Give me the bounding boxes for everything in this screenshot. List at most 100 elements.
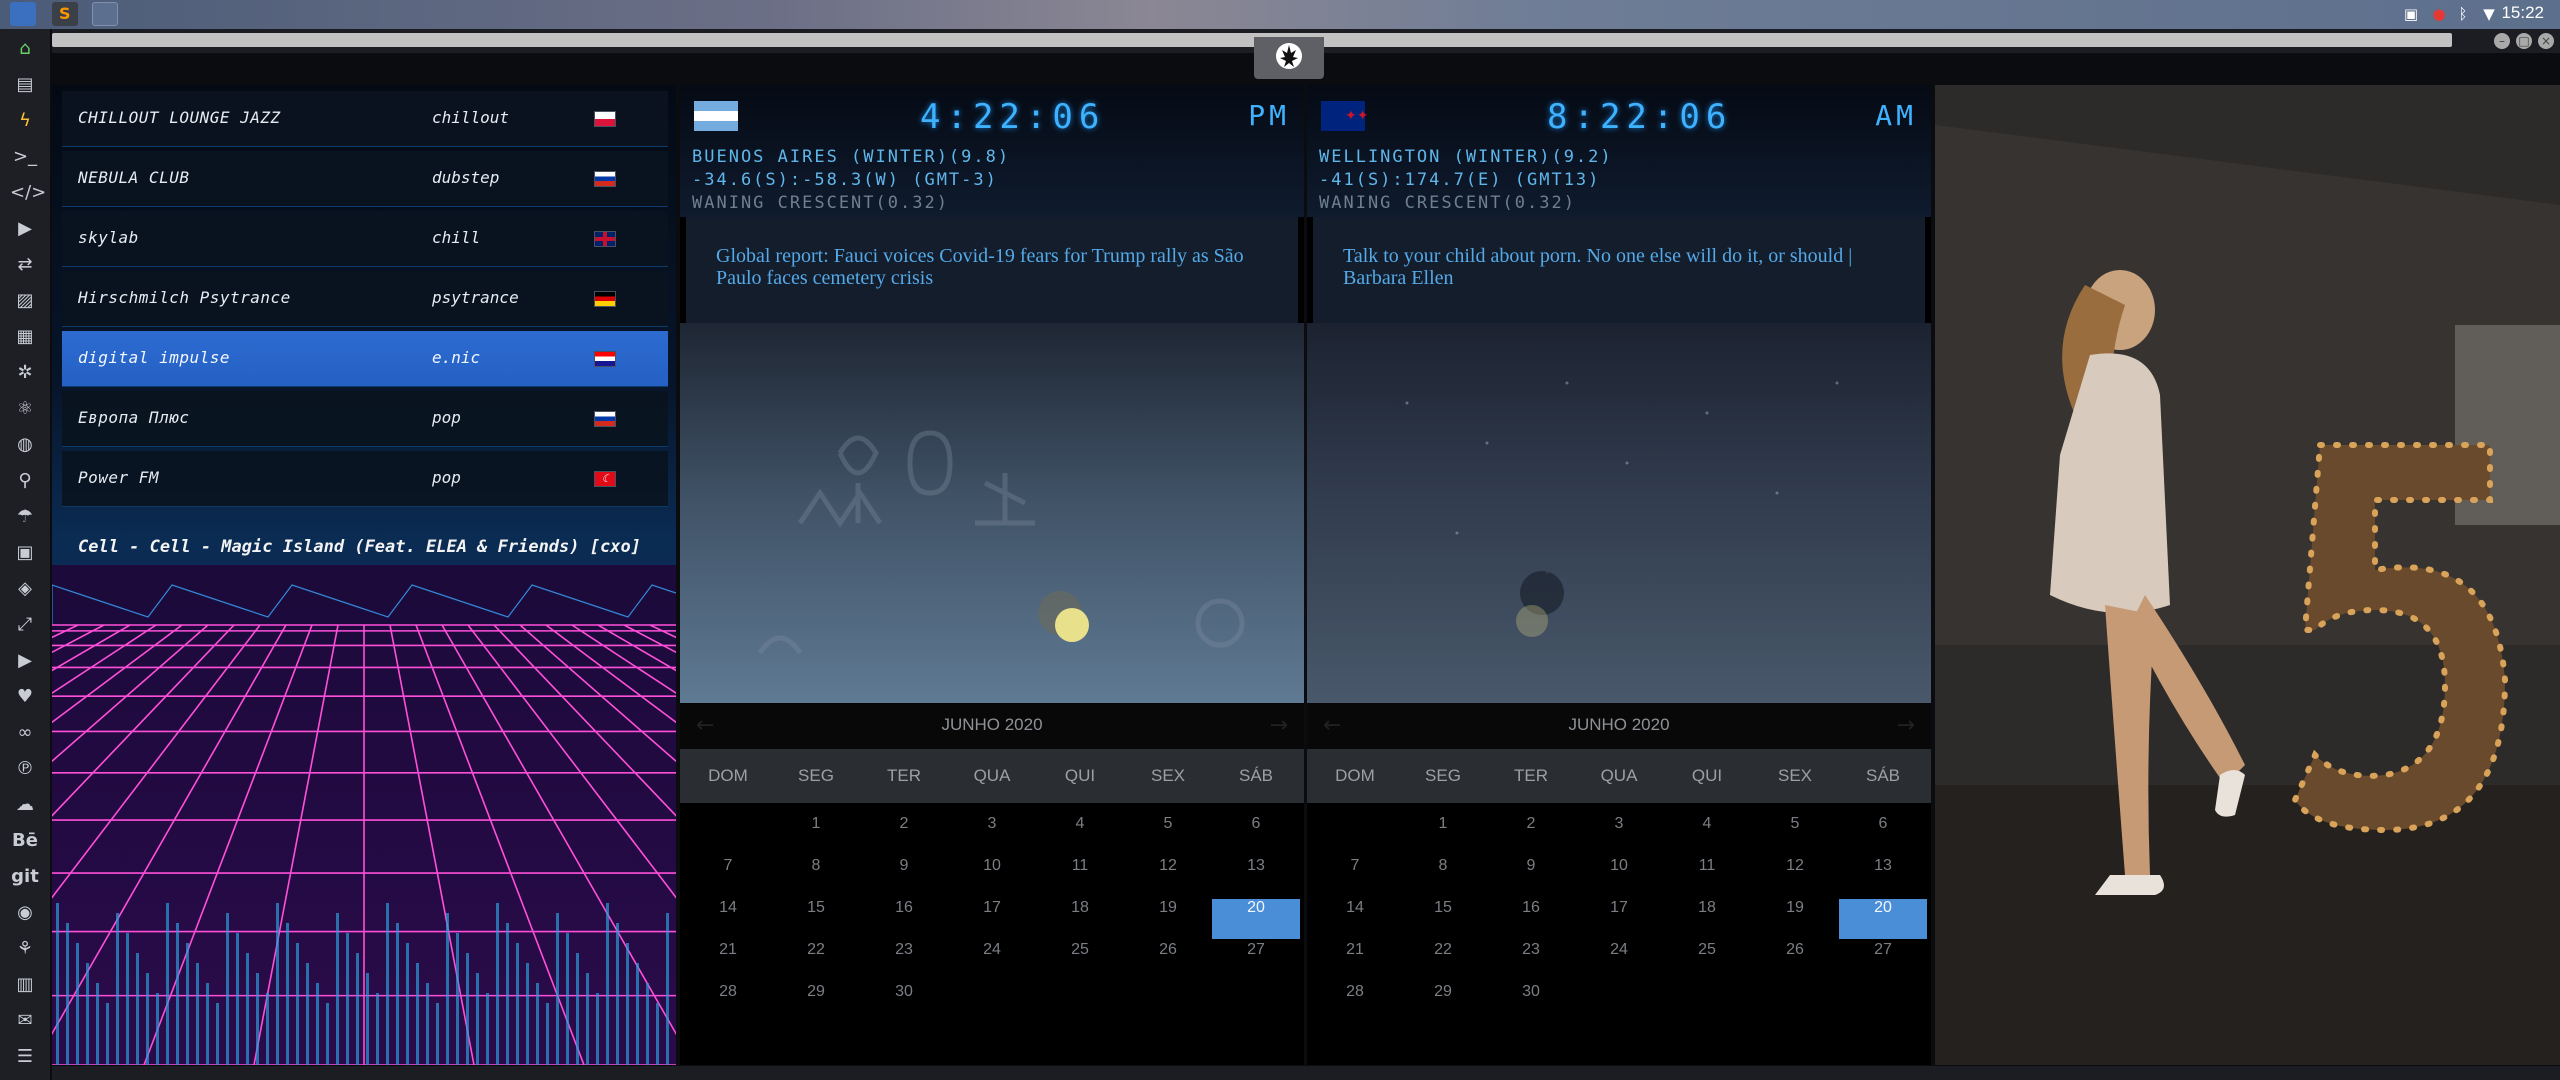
calendar-day-today[interactable]: 20: [1839, 899, 1927, 939]
calendar-day[interactable]: 29: [772, 983, 860, 1023]
search-icon[interactable]: ⚲: [10, 467, 40, 495]
calendar-day[interactable]: 7: [1311, 857, 1399, 897]
calendar-day[interactable]: 24: [1575, 941, 1663, 981]
station-row[interactable]: Power FM pop ☾: [62, 451, 668, 507]
station-row[interactable]: NEBULA CLUB dubstep: [62, 151, 668, 207]
youtube-icon[interactable]: ▶: [10, 647, 40, 675]
calendar-day[interactable]: 25: [1663, 941, 1751, 981]
calendar-day[interactable]: 30: [860, 983, 948, 1023]
calendar-day[interactable]: 9: [1487, 857, 1575, 897]
calendar-day[interactable]: 15: [1399, 899, 1487, 939]
news-headline[interactable]: Talk to your child about porn. No one el…: [1343, 245, 1903, 289]
bluetooth-icon[interactable]: ᛒ: [2454, 5, 2472, 23]
calendar-day[interactable]: 22: [772, 941, 860, 981]
calendar-day[interactable]: 16: [1487, 899, 1575, 939]
link-icon[interactable]: ∞: [10, 719, 40, 747]
calendar-day[interactable]: 23: [1487, 941, 1575, 981]
mail-icon[interactable]: ✉: [10, 1007, 40, 1035]
calendar-day[interactable]: 17: [948, 899, 1036, 939]
next-month-icon[interactable]: →: [1897, 713, 1915, 738]
calendar-day[interactable]: 3: [1575, 815, 1663, 855]
calendar-day[interactable]: 1: [772, 815, 860, 855]
news-headline[interactable]: Global report: Fauci voices Covid-19 fea…: [716, 245, 1276, 289]
image-tray-icon[interactable]: ▣: [2402, 5, 2420, 23]
calendar-day[interactable]: 8: [772, 857, 860, 897]
wifi-icon[interactable]: ▼: [2480, 5, 2498, 23]
calendar-day[interactable]: 15: [772, 899, 860, 939]
alert-tray-icon[interactable]: ●: [2430, 5, 2448, 23]
settings-icon[interactable]: ✲: [10, 359, 40, 387]
calendar-day[interactable]: 25: [1036, 941, 1124, 981]
cloud-icon[interactable]: ☁: [10, 791, 40, 819]
calendar-day[interactable]: 26: [1751, 941, 1839, 981]
calendar-day[interactable]: 28: [1311, 983, 1399, 1023]
github-icon[interactable]: ◉: [10, 899, 40, 927]
calendar-day[interactable]: 16: [860, 899, 948, 939]
server-icon[interactable]: ☰: [10, 1043, 40, 1071]
news-headline-box[interactable]: Talk to your child about porn. No one el…: [1313, 217, 1925, 323]
calendar-day[interactable]: 27: [1212, 941, 1300, 981]
calendar-day[interactable]: 12: [1124, 857, 1212, 897]
calendar-day[interactable]: 2: [1487, 815, 1575, 855]
calendar-day[interactable]: 7: [684, 857, 772, 897]
calendar-day[interactable]: 5: [1751, 815, 1839, 855]
close-icon[interactable]: ×: [2538, 33, 2554, 49]
news-icon[interactable]: ▦: [10, 323, 40, 351]
files-app-icon[interactable]: [10, 2, 36, 26]
calendar-day[interactable]: 3: [948, 815, 1036, 855]
home-icon[interactable]: ⌂: [10, 35, 40, 63]
calendar-day[interactable]: 18: [1663, 899, 1751, 939]
calendar-day[interactable]: 26: [1124, 941, 1212, 981]
contact-icon[interactable]: ▣: [10, 539, 40, 567]
calendar-day[interactable]: 2: [860, 815, 948, 855]
calendar-day[interactable]: 23: [860, 941, 948, 981]
calendar-day[interactable]: 14: [684, 899, 772, 939]
play-icon[interactable]: ▶: [10, 215, 40, 243]
calendar-day[interactable]: 17: [1575, 899, 1663, 939]
calendar-day[interactable]: 19: [1124, 899, 1212, 939]
calendar-day[interactable]: 21: [1311, 941, 1399, 981]
behance-icon[interactable]: Bē: [10, 827, 40, 855]
calendar-day[interactable]: 18: [1036, 899, 1124, 939]
calendar-day[interactable]: 11: [1036, 857, 1124, 897]
gamepad-icon[interactable]: ◈: [10, 575, 40, 603]
calendar-day[interactable]: 13: [1839, 857, 1927, 897]
calendar-day[interactable]: 28: [684, 983, 772, 1023]
pinterest-icon[interactable]: ℗: [10, 755, 40, 783]
calendar-day[interactable]: 6: [1839, 815, 1927, 855]
minimize-icon[interactable]: –: [2494, 33, 2510, 49]
map-icon[interactable]: ▥: [10, 971, 40, 999]
calendar-day[interactable]: 22: [1399, 941, 1487, 981]
git-icon[interactable]: git: [10, 863, 40, 891]
window-app-icon[interactable]: [92, 2, 118, 26]
translate-icon[interactable]: ⇄: [10, 251, 40, 279]
calendar-day[interactable]: 24: [948, 941, 1036, 981]
calendar-day-today[interactable]: 20: [1212, 899, 1300, 939]
station-row[interactable]: skylab chill: [62, 211, 668, 267]
station-row[interactable]: CHILLOUT LOUNGE JAZZ chillout: [62, 91, 668, 147]
calendar-day[interactable]: 29: [1399, 983, 1487, 1023]
bicycle-icon[interactable]: ⚘: [10, 935, 40, 963]
frame-drag-handle[interactable]: [52, 33, 2452, 47]
image-icon[interactable]: ▨: [10, 287, 40, 315]
maximize-icon[interactable]: □: [2516, 33, 2532, 49]
calendar-day[interactable]: 30: [1487, 983, 1575, 1023]
calendar-day[interactable]: 19: [1751, 899, 1839, 939]
calendar-day[interactable]: 4: [1036, 815, 1124, 855]
heart-icon[interactable]: ♥: [10, 683, 40, 711]
calendar-day[interactable]: 14: [1311, 899, 1399, 939]
calendar-day[interactable]: 9: [860, 857, 948, 897]
calendar-day[interactable]: 5: [1124, 815, 1212, 855]
lightning-icon[interactable]: ϟ: [10, 107, 40, 135]
station-row-active[interactable]: digital impulse e.nic: [62, 331, 668, 387]
calendar-day[interactable]: 10: [948, 857, 1036, 897]
next-month-icon[interactable]: →: [1270, 713, 1288, 738]
station-row[interactable]: Hirschmilch Psytrance psytrance: [62, 271, 668, 327]
calendar-day[interactable]: 13: [1212, 857, 1300, 897]
calendar-day[interactable]: 27: [1839, 941, 1927, 981]
document-icon[interactable]: ▤: [10, 71, 40, 99]
calendar-day[interactable]: 11: [1663, 857, 1751, 897]
calendar-day[interactable]: 12: [1751, 857, 1839, 897]
calendar-day[interactable]: 8: [1399, 857, 1487, 897]
calendar-day[interactable]: 1: [1399, 815, 1487, 855]
